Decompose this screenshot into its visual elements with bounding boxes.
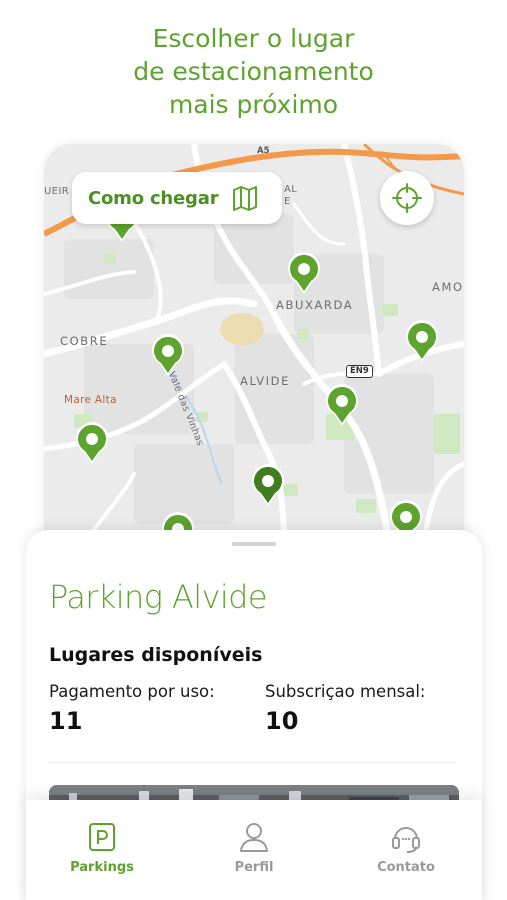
tab-contato-label: Contato [377,860,435,875]
headline-line-3: mais próximo [168,90,339,119]
map-label-ueir: UEIR [44,186,70,197]
tab-bar: Parkings Perfil Contato [26,800,482,900]
headline-line-2: de estacionamento [133,57,374,86]
divider [49,762,457,763]
map-label-cobre: COBRE [60,334,109,348]
tab-perfil[interactable]: Perfil [194,820,314,875]
available-spots-title: Lugares disponíveis [49,644,263,666]
map-icon [233,186,258,211]
pay-per-use-label: Pagamento por uso: [49,682,215,701]
parking-pin-icon[interactable] [150,334,186,378]
map-label-al: AL [284,184,298,195]
tab-contato[interactable]: Contato [346,820,466,875]
road-badge-a5: A5 [257,146,270,156]
map-label-e: E [284,196,291,207]
parking-pin-icon[interactable] [286,252,322,296]
parking-icon [89,823,115,851]
headset-icon [392,827,420,853]
map-label-abuxarda: ABUXARDA [276,298,354,312]
parking-pin-icon[interactable] [74,422,110,466]
directions-button-label: Como chegar [88,187,219,209]
map-label-alvide: ALVIDE [240,374,290,388]
tab-perfil-label: Perfil [234,860,274,875]
tab-parkings[interactable]: Parkings [42,820,162,875]
monthly-subscription-stat: Subscriçao mensal: 10 [265,682,426,735]
map-label-amo: AMOI [432,280,464,294]
parking-pin-icon-selected[interactable] [250,464,286,508]
monthly-subscription-value: 10 [265,707,299,735]
monthly-subscription-label: Subscriçao mensal: [265,682,426,701]
tab-parkings-label: Parkings [70,860,134,875]
map-label-mare-alta: Mare Alta [64,394,117,406]
pay-per-use-stat: Pagamento por uso: 11 [49,682,215,735]
road-badge-en9: EN9 [346,365,373,378]
crosshair-icon [392,183,422,213]
parking-pin-icon[interactable] [404,320,440,364]
pay-per-use-value: 11 [49,707,83,735]
sheet-drag-handle[interactable] [232,542,276,546]
parking-name: Parking Alvide [49,578,268,616]
user-icon [240,823,268,852]
headline: Escolher o lugar de estacionamento mais … [0,22,507,121]
directions-button[interactable]: Como chegar [72,172,282,224]
parking-pin-icon[interactable] [324,384,360,428]
locate-button[interactable] [380,171,434,225]
headline-line-1: Escolher o lugar [152,24,355,53]
